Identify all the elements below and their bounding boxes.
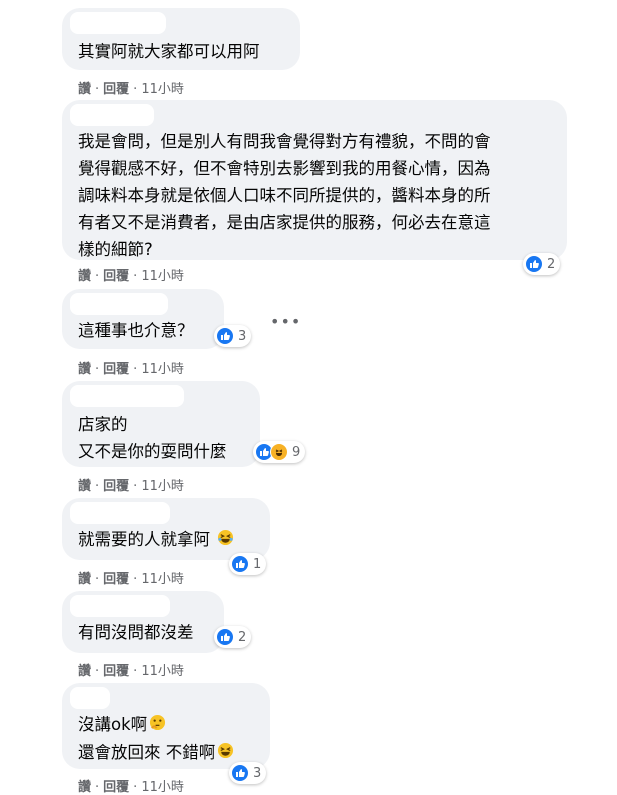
reply-link[interactable]: 回覆 (103, 664, 129, 679)
comment-bubble-1: 其實阿就大家都可以用阿 (62, 8, 300, 70)
timestamp[interactable]: 11小時 (141, 664, 184, 679)
reply-link[interactable]: 回覆 (103, 362, 129, 377)
redacted-author-name (70, 687, 110, 709)
like-link[interactable]: 讚 (78, 269, 91, 284)
timestamp[interactable]: 11小時 (141, 362, 184, 377)
comment-text: 我是會問，但是別人有問我會覺得對方有禮貌，不問的會 覺得觀感不好，但不會特別去影… (78, 132, 491, 259)
like-link[interactable]: 讚 (78, 479, 91, 494)
comment-actions-4: 讚 · 回覆 · 11小時 (78, 479, 184, 494)
reaction-summary[interactable]: 3 (214, 325, 252, 347)
comment-actions-6: 讚 · 回覆 · 11小時 (78, 664, 184, 679)
more-icon[interactable]: ••• (270, 312, 301, 331)
comment-bubble-5: 就需要的人就拿阿 (62, 498, 270, 560)
like-icon (216, 628, 234, 646)
thinking-face-icon (149, 712, 166, 739)
like-icon (231, 764, 249, 782)
reply-link[interactable]: 回覆 (103, 82, 129, 97)
comment-actions-2: 讚 · 回覆 · 11小時 (78, 269, 184, 284)
comment-text: 其實阿就大家都可以用阿 (78, 42, 260, 61)
comment-text: 這種事也介意？ (78, 321, 194, 340)
reply-link[interactable]: 回覆 (103, 572, 129, 587)
redacted-author-name (70, 385, 184, 407)
timestamp[interactable]: 11小時 (141, 269, 184, 284)
comment-text: 沒講ok啊 還會放回來 不錯啊 (78, 711, 234, 767)
reaction-summary[interactable]: 1 (229, 553, 267, 575)
haha-icon (270, 443, 288, 461)
timestamp[interactable]: 11小時 (141, 82, 184, 97)
comment-text: 店家的 又不是你的耍問什麼 (78, 415, 227, 461)
reaction-summary[interactable]: 2 (523, 253, 561, 275)
comment-bubble-2: 我是會問，但是別人有問我會覺得對方有禮貌，不問的會 覺得觀感不好，但不會特別去影… (62, 100, 567, 260)
comment-bubble-4: 店家的 又不是你的耍問什麼 (62, 381, 260, 467)
comment-actions-3: 讚 · 回覆 · 11小時 (78, 362, 184, 377)
comment-text: 有問沒問都沒差 (78, 623, 194, 642)
like-icon (525, 255, 543, 273)
like-icon (216, 327, 234, 345)
comment-actions-7: 讚 · 回覆 · 11小時 (78, 780, 184, 795)
comment-text: 就需要的人就拿阿 (78, 526, 234, 554)
redacted-author-name (70, 595, 170, 617)
reaction-summary[interactable]: 9 (253, 441, 306, 463)
comment-actions-5: 讚 · 回覆 · 11小時 (78, 572, 184, 587)
like-icon (231, 555, 249, 573)
like-link[interactable]: 讚 (78, 664, 91, 679)
like-link[interactable]: 讚 (78, 362, 91, 377)
reaction-summary[interactable]: 2 (214, 626, 252, 648)
timestamp[interactable]: 11小時 (141, 479, 184, 494)
redacted-author-name (70, 104, 154, 126)
timestamp[interactable]: 11小時 (141, 572, 184, 587)
redacted-author-name (70, 293, 168, 315)
comment-actions-1: 讚 · 回覆 · 11小時 (78, 82, 184, 97)
reply-link[interactable]: 回覆 (103, 479, 129, 494)
like-link[interactable]: 讚 (78, 572, 91, 587)
redacted-author-name (70, 12, 166, 34)
like-link[interactable]: 讚 (78, 82, 91, 97)
reaction-summary[interactable]: 3 (229, 762, 267, 784)
laughing-face-icon (217, 740, 234, 767)
laughing-face-icon (217, 527, 234, 554)
comment-bubble-6: 有問沒問都沒差 (62, 591, 224, 653)
comment-bubble-7: 沒講ok啊 還會放回來 不錯啊 (62, 683, 270, 769)
comment-bubble-3: 這種事也介意？ (62, 289, 224, 349)
reply-link[interactable]: 回覆 (103, 269, 129, 284)
redacted-author-name (70, 502, 170, 524)
